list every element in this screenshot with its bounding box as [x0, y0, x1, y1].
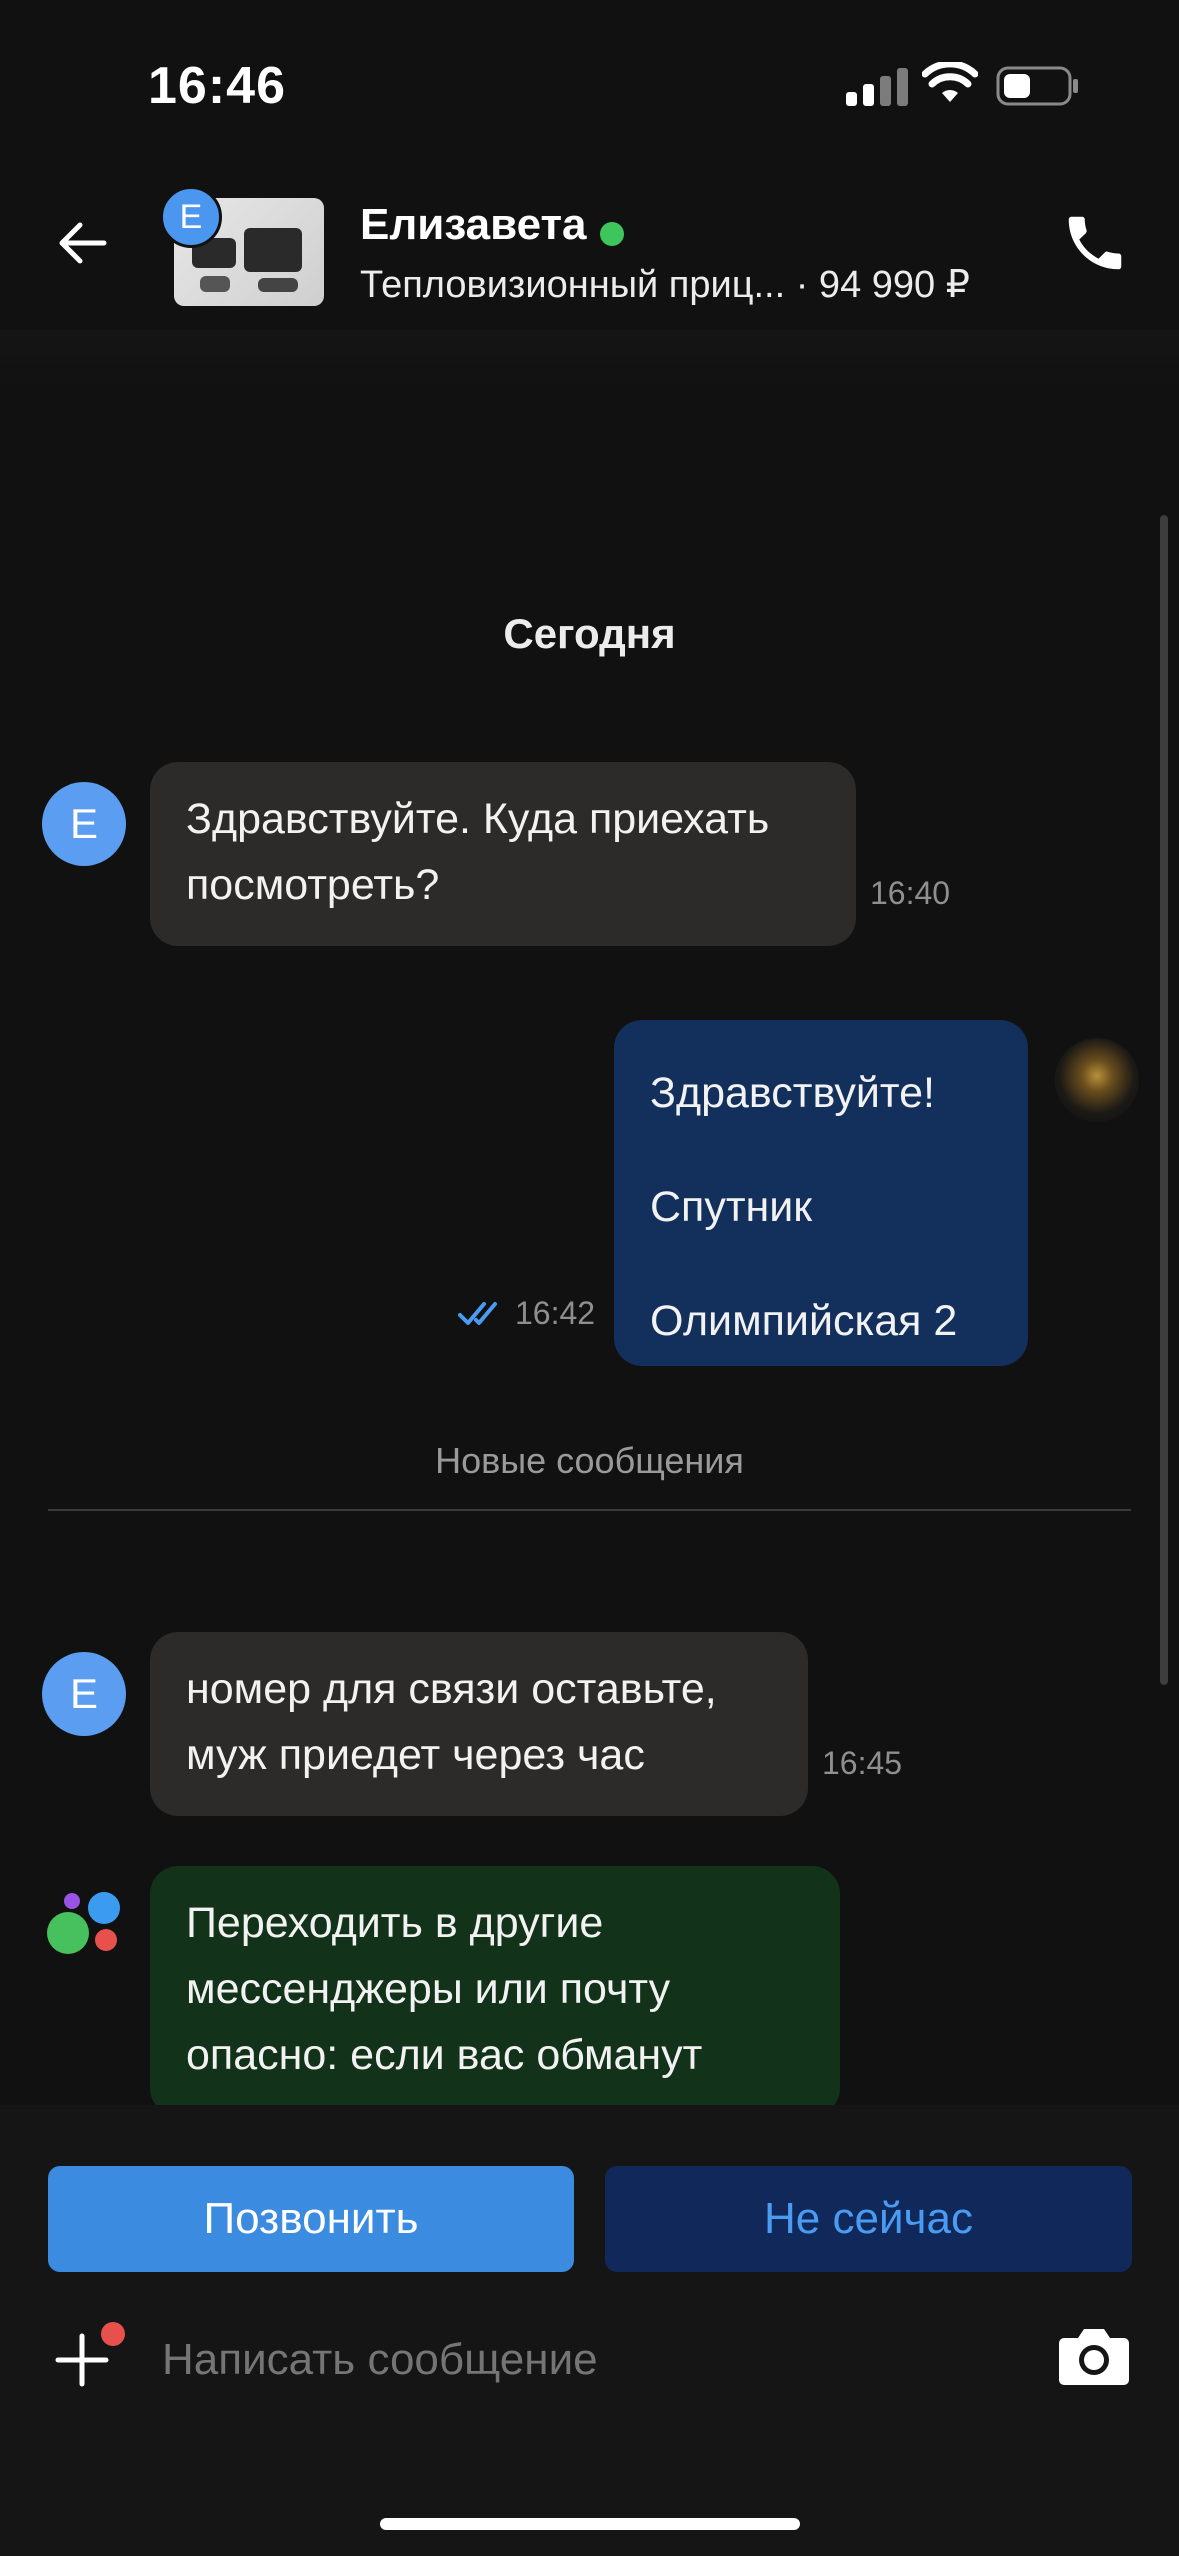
online-status-dot — [600, 222, 624, 246]
battery-icon — [996, 66, 1078, 106]
home-indicator[interactable] — [380, 2518, 800, 2530]
message-line: Спутник — [650, 1183, 813, 1231]
message-bubble-outgoing[interactable]: Здравствуйте! Спутник Олимпийская 2 — [614, 1020, 1028, 1366]
message-line: опасно: если вас обманут — [186, 2031, 703, 2079]
sender-avatar[interactable]: E — [42, 782, 126, 866]
new-messages-label: Новые сообщения — [435, 1440, 744, 1481]
message-time: 16:45 — [822, 1745, 903, 1781]
listing-subtitle[interactable]: Тепловизионный приц... · 94 990 ₽ — [360, 262, 970, 307]
message-time: 16:42 — [515, 1295, 596, 1331]
not-now-button[interactable]: Не сейчас — [605, 2166, 1132, 2272]
message-line: Олимпийская 2 — [650, 1297, 958, 1345]
message-line: Переходить в другие — [186, 1899, 604, 1947]
new-messages-divider — [48, 1509, 1131, 1511]
message-bubble-incoming[interactable]: номер для связи оставьте, муж приедет че… — [150, 1632, 808, 1816]
camera-icon[interactable] — [1056, 2322, 1132, 2388]
day-separator: Сегодня — [503, 610, 676, 657]
message-bubble-system[interactable]: Переходить в другие мессенджеры или почт… — [150, 1866, 840, 2116]
double-check-icon — [458, 1302, 497, 1325]
message-line: посмотреть? — [186, 861, 440, 909]
header-shadow — [0, 330, 1179, 390]
message-bubble-incoming[interactable]: Здравствуйте. Куда приехать посмотреть? — [150, 762, 856, 946]
message-time: 16:40 — [870, 875, 951, 911]
message-line: муж приедет через час — [186, 1731, 645, 1779]
status-time: 16:46 — [148, 57, 286, 115]
phone-icon[interactable] — [1060, 208, 1130, 278]
scrollbar[interactable] — [1160, 515, 1168, 1685]
contact-name[interactable]: Елизавета — [360, 200, 587, 250]
call-button[interactable]: Позвонить — [48, 2166, 574, 2272]
message-input[interactable] — [160, 2334, 1014, 2386]
message-line: Здравствуйте. Куда приехать — [186, 795, 770, 843]
app-logo-icon — [47, 1892, 120, 1954]
message-line: Здравствуйте! — [650, 1069, 935, 1117]
signal-icon — [846, 66, 908, 106]
back-arrow-icon[interactable] — [52, 212, 114, 274]
message-line: номер для связи оставьте, — [186, 1665, 717, 1713]
sender-avatar[interactable]: E — [42, 1652, 126, 1736]
message-line: мессенджеры или почту — [186, 1965, 671, 2013]
contact-avatar: E — [160, 186, 222, 248]
notification-dot — [101, 2322, 125, 2346]
my-avatar[interactable] — [1055, 1038, 1139, 1122]
wifi-icon — [922, 62, 978, 102]
